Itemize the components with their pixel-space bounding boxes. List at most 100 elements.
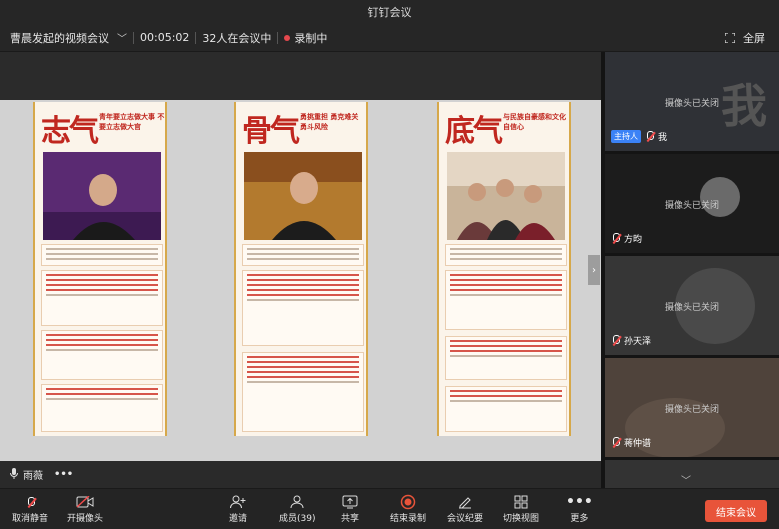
collapse-panel-button[interactable]: ›	[588, 255, 600, 285]
pen-icon	[457, 493, 473, 511]
poster-text-block	[242, 352, 364, 432]
poster-title: 志气	[41, 114, 99, 149]
participant-name: 蒋仲谱	[624, 439, 652, 449]
share-label: 共享	[341, 514, 360, 524]
share-screen-icon	[342, 493, 358, 511]
recording-status: 录制中	[294, 31, 328, 45]
poster-subtitle: 青年要立志做大事 不要立志做大官	[99, 113, 165, 131]
background-moon-image	[700, 177, 740, 217]
end-meeting-button[interactable]: 结束会议	[705, 500, 767, 522]
mic-muted-icon	[611, 233, 620, 244]
divider	[133, 31, 134, 44]
participant-nameplate: 孙天泽	[611, 334, 651, 347]
camera-off-label: 摄像头已关闭	[664, 303, 719, 313]
camera-button[interactable]: 开摄像头	[67, 493, 103, 524]
poster-subtitle: 与民族自豪感和文化自信心	[503, 113, 566, 131]
minutes-label: 会议纪要	[447, 514, 484, 524]
minutes-button[interactable]: 会议纪要	[447, 493, 483, 524]
fullscreen-button[interactable]: 全屏	[725, 24, 765, 52]
poster-caption	[445, 244, 567, 266]
fullscreen-icon	[725, 33, 735, 43]
poster-guqi: 骨气 勇挑重担 勇克难关 勇斗风险	[234, 102, 368, 436]
switch-view-label: 切换视图	[503, 514, 540, 524]
recording-dot-icon	[284, 34, 291, 41]
mic-muted-icon	[645, 131, 654, 142]
participant-tile[interactable]: 摄像头已关闭 蒋仲谱	[605, 358, 779, 457]
participant-nameplate: 方昀	[611, 232, 642, 245]
poster-photo	[43, 152, 161, 240]
camera-off-label: 摄像头已关闭	[664, 201, 719, 211]
window-title: 钉钉会议	[367, 6, 412, 19]
camera-off-icon	[76, 493, 94, 511]
participant-count[interactable]: 32人在会议中	[202, 30, 271, 46]
divider	[277, 31, 279, 44]
poster-text-block	[445, 336, 567, 380]
share-button[interactable]: 共享	[341, 493, 359, 524]
meeting-info-bar: 曹晨发起的视频会议 ﹀ 00:05:02 32人在会议中 录制中 全屏	[0, 24, 779, 52]
chevron-right-icon: ›	[592, 264, 596, 276]
fullscreen-label: 全屏	[743, 32, 765, 45]
unmute-button[interactable]: 取消静音	[12, 493, 48, 524]
camera-label: 开摄像头	[67, 514, 104, 524]
members-label: 成员(39)	[279, 514, 316, 524]
divider	[195, 31, 197, 44]
slide-content: 志气 青年要立志做大事 不要立志做大官 骨气 勇挑重担 勇克难关 勇斗风险 底气…	[0, 100, 601, 490]
mic-muted-icon	[26, 493, 35, 511]
poster-title: 骨气	[242, 114, 300, 149]
participant-tile[interactable]	[605, 460, 779, 488]
participant-name: 孙天泽	[624, 337, 652, 347]
mic-muted-icon	[611, 335, 620, 346]
invite-label: 邀请	[229, 514, 248, 524]
user-icon	[290, 493, 304, 511]
window-title-bar: 钉钉会议	[0, 0, 779, 24]
active-speaker-name: 雨薇	[23, 471, 43, 482]
invite-button[interactable]: 邀请	[229, 493, 247, 524]
microphone-icon	[10, 467, 18, 482]
poster-subtitle: 勇挑重担 勇克难关 勇斗风险	[300, 113, 359, 131]
chevron-down-icon[interactable]: ﹀	[681, 472, 691, 487]
add-user-icon	[230, 493, 246, 511]
members-button[interactable]: 成员(39)	[279, 493, 315, 524]
shared-screen[interactable]: 志气 青年要立志做大事 不要立志做大官 骨气 勇挑重担 勇克难关 勇斗风险 底气…	[0, 52, 601, 490]
participant-name: 我	[658, 133, 668, 143]
shared-screen-top-strip	[0, 52, 601, 100]
camera-off-label: 摄像头已关闭	[664, 405, 719, 415]
meeting-name[interactable]: 曹晨发起的视频会议	[10, 30, 109, 46]
poster-photo	[447, 152, 565, 240]
more-label: 更多	[570, 514, 589, 524]
more-icon[interactable]: •••	[54, 469, 73, 480]
record-icon	[400, 493, 416, 511]
poster-title: 底气	[445, 114, 503, 149]
poster-text-block	[41, 384, 163, 432]
meeting-toolbar: 取消静音 开摄像头 邀请 成员(39) 共享 结束录制 会议纪要 切换视图 ••…	[0, 488, 779, 529]
participant-nameplate: 主持人 我	[611, 130, 667, 143]
mic-muted-icon	[611, 437, 620, 448]
chevron-down-icon[interactable]: ﹀	[117, 30, 127, 45]
poster-text-block	[41, 270, 163, 326]
poster-photo	[244, 152, 362, 240]
meeting-timer: 00:05:02	[140, 31, 190, 44]
poster-text-block	[242, 270, 364, 346]
unmute-label: 取消静音	[12, 514, 49, 524]
camera-off-label: 摄像头已关闭	[664, 99, 719, 109]
more-button[interactable]: ••• 更多	[566, 493, 593, 524]
participant-nameplate: 蒋仲谱	[611, 436, 651, 449]
poster-text-block	[445, 386, 567, 432]
participant-name: 方昀	[624, 235, 643, 245]
participant-tile[interactable]: 摄像头已关闭 方昀	[605, 154, 779, 253]
end-record-button[interactable]: 结束录制	[390, 493, 426, 524]
poster-text-block	[41, 330, 163, 380]
host-badge: 主持人	[611, 130, 641, 143]
grid-icon	[514, 493, 528, 511]
more-icon: •••	[566, 494, 593, 510]
poster-caption	[41, 244, 163, 266]
poster-zhiqi: 志气 青年要立志做大事 不要立志做大官	[33, 102, 167, 436]
switch-view-button[interactable]: 切换视图	[503, 493, 539, 524]
poster-diqi: 底气 与民族自豪感和文化自信心	[437, 102, 571, 436]
participant-tile[interactable]: 摄像头已关闭 孙天泽	[605, 256, 779, 355]
participant-tile[interactable]: 我 摄像头已关闭 主持人 我	[605, 52, 779, 151]
participant-gallery[interactable]: 我 摄像头已关闭 主持人 我 摄像头已关闭 方昀 摄像头已关闭 孙天泽 摄像头已…	[601, 52, 779, 488]
poster-caption	[242, 244, 364, 266]
poster-text-block	[445, 270, 567, 330]
end-record-label: 结束录制	[390, 514, 427, 524]
